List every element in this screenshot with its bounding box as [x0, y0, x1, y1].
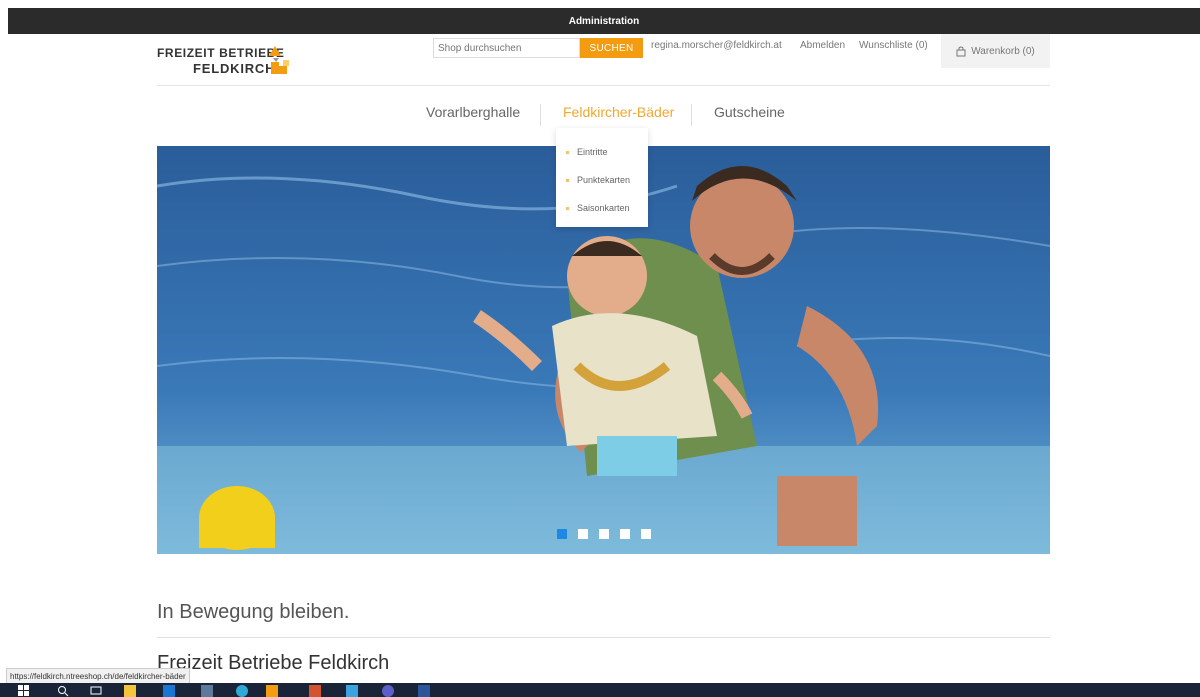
dropdown-item-label: Eintritte — [577, 147, 608, 157]
search-button[interactable]: SUCHEN — [580, 38, 643, 58]
dropdown-item-label: Saisonkarten — [577, 203, 630, 213]
windows-icon[interactable] — [18, 685, 30, 697]
page-subtitle: Freizeit Betriebe Feldkirch — [157, 652, 390, 674]
task-view-icon[interactable] — [90, 685, 102, 697]
logo-text-line2: FELDKIRCH — [193, 61, 276, 76]
edge-icon[interactable] — [236, 685, 248, 697]
logo-mark-icon — [269, 46, 289, 74]
chrome-icon[interactable] — [266, 685, 278, 697]
windows-taskbar — [0, 683, 1200, 697]
content-divider — [157, 637, 1050, 638]
bullet-icon — [566, 206, 569, 210]
site-logo[interactable]: FREIZEIT BETRIEBE FELDKIRCH — [157, 42, 317, 78]
logo-text-line1: FREIZEIT BETRIEBE — [157, 46, 285, 60]
cart-button[interactable]: Warenkorb (0) — [941, 34, 1050, 68]
dropdown-item-eintritte[interactable]: Eintritte — [556, 138, 648, 166]
search-icon[interactable] — [57, 685, 69, 697]
slider-dot[interactable] — [599, 529, 609, 539]
nav-item-gutscheine[interactable]: Gutscheine — [714, 104, 785, 120]
site-header: FREIZEIT BETRIEBE FELDKIRCH SUCHEN regin… — [157, 34, 1050, 86]
slider-dot[interactable] — [557, 529, 567, 539]
nav-dropdown-baeder: Eintritte Punktekarten Saisonkarten — [556, 128, 648, 227]
slider-dots — [557, 529, 651, 539]
nav-separator — [691, 104, 692, 126]
dropdown-item-label: Punktekarten — [577, 175, 631, 185]
file-explorer-icon[interactable] — [124, 685, 136, 697]
nav-item-feldkircher-baeder[interactable]: Feldkircher-Bäder — [563, 104, 674, 120]
dropdown-item-punktekarten[interactable]: Punktekarten — [556, 166, 648, 194]
search-input[interactable] — [433, 38, 580, 58]
calculator-icon[interactable] — [201, 685, 213, 697]
page-tagline: In Bewegung bleiben. — [157, 601, 350, 623]
logout-link[interactable]: Abmelden — [800, 40, 845, 51]
slider-dot[interactable] — [620, 529, 630, 539]
outlook-icon[interactable] — [163, 685, 175, 697]
admin-bar-label[interactable]: Administration — [569, 16, 640, 27]
main-nav: Vorarlberghalle Feldkircher-Bäder Gutsch… — [0, 104, 1200, 128]
slider-dot[interactable] — [578, 529, 588, 539]
user-email-link[interactable]: regina.morscher@feldkirch.at — [651, 40, 782, 51]
browser-status-url: https://feldkirch.ntreeshop.ch/de/feldki… — [6, 668, 190, 684]
cart-label: Warenkorb (0) — [971, 45, 1035, 57]
powerpoint-icon[interactable] — [309, 685, 321, 697]
teams-icon[interactable] — [382, 685, 394, 697]
slider-dot[interactable] — [641, 529, 651, 539]
app-icon[interactable] — [346, 685, 358, 697]
nav-item-vorarlberghalle[interactable]: Vorarlberghalle — [426, 104, 520, 120]
wishlist-link[interactable]: Wunschliste (0) — [859, 40, 928, 51]
admin-bar[interactable]: Administration — [8, 8, 1200, 34]
dropdown-item-saisonkarten[interactable]: Saisonkarten — [556, 194, 648, 222]
bullet-icon — [566, 178, 569, 182]
nav-separator — [540, 104, 541, 126]
shopping-bag-icon — [956, 46, 966, 56]
word-icon[interactable] — [418, 685, 430, 697]
bullet-icon — [566, 150, 569, 154]
header-divider — [157, 85, 1050, 86]
